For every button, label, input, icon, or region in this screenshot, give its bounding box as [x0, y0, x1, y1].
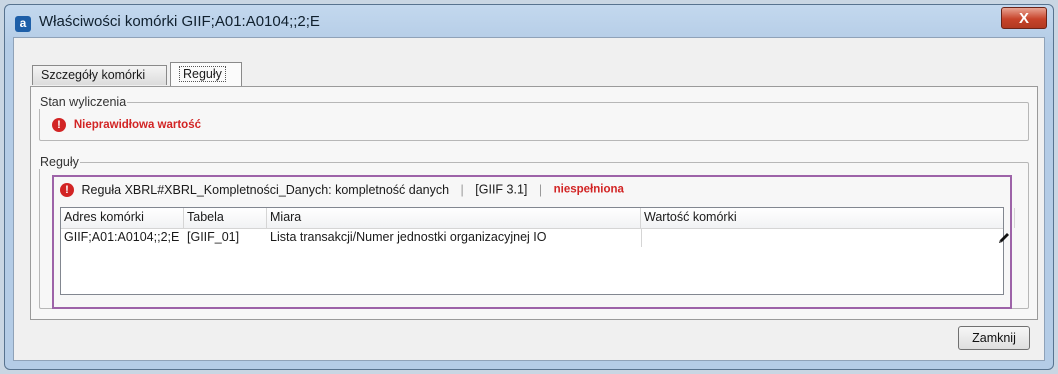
title-bar[interactable]: a Właściwości komórki GIIF;A01:A0104;;2;…	[5, 5, 1053, 41]
error-icon: !	[60, 182, 74, 197]
column-header-table[interactable]: Tabela	[184, 208, 267, 228]
window-close-button[interactable]: X	[1001, 7, 1047, 29]
rule-cells-table[interactable]: Adres komórki Tabela Miara Wartość komór…	[60, 207, 1015, 295]
group-legend: Stan wyliczenia	[40, 95, 127, 109]
calculation-state-group: Stan wyliczenia ! Nieprawidłowa wartość	[39, 95, 1029, 141]
separator: |	[538, 182, 543, 197]
rule-result: niespełniona	[553, 183, 624, 196]
app-icon: a	[15, 16, 31, 32]
cell-address: GIIF;A01:A0104;;2;E	[64, 230, 180, 244]
rule-item[interactable]: ! Reguła XBRL#XBRL_Kompletności_Danych: …	[52, 175, 1015, 309]
rule-title: Reguła XBRL#XBRL_Kompletności_Danych: ko…	[81, 182, 450, 197]
tab-rules[interactable]: Reguły	[170, 62, 242, 86]
tab-cell-details[interactable]: Szczegóły komórki	[32, 65, 167, 85]
separator: |	[460, 182, 464, 197]
window-title: Właściwości komórki GIIF;A01:A0104;;2;E	[39, 13, 320, 30]
close-dialog-button[interactable]: Zamknij	[958, 326, 1030, 350]
group-legend: Reguły	[40, 155, 79, 169]
dialog-window: a Właściwości komórki GIIF;A01:A0104;;2;…	[4, 4, 1054, 370]
table-header: Adres komórki Tabela Miara Wartość komór…	[61, 208, 1015, 229]
cell-value[interactable]	[641, 229, 1015, 247]
tab-label: Szczegóły komórki	[41, 68, 146, 82]
tab-label: Reguły	[179, 66, 226, 82]
column-header-measure[interactable]: Miara	[267, 208, 641, 228]
table-row[interactable]: GIIF;A01:A0104;;2;E [GIIF_01] Lista tran…	[61, 229, 1009, 247]
rules-tab-panel: Stan wyliczenia ! Nieprawidłowa wartość …	[30, 86, 1038, 320]
cell-measure: Lista transakcji/Numer jednostki organiz…	[270, 230, 547, 244]
rules-group: Reguły ! Reguła XBRL#XBRL_Kompletności_D…	[39, 155, 1029, 309]
status-text: Nieprawidłowa wartość	[73, 118, 202, 131]
rule-header: ! Reguła XBRL#XBRL_Kompletności_Danych: …	[60, 182, 624, 197]
error-icon: !	[52, 117, 66, 132]
column-header-value[interactable]: Wartość komórki	[641, 208, 1015, 228]
rule-code: [GIIF 3.1]	[475, 182, 528, 197]
column-header-address[interactable]: Adres komórki	[61, 208, 184, 228]
close-icon: X	[1018, 10, 1029, 27]
cell-table: [GIIF_01]	[187, 230, 240, 244]
dialog-client: Szczegóły komórki Reguły Stan wyliczenia…	[13, 37, 1045, 361]
pencil-icon[interactable]	[997, 231, 1011, 245]
calculation-status: ! Nieprawidłowa wartość	[52, 117, 201, 132]
